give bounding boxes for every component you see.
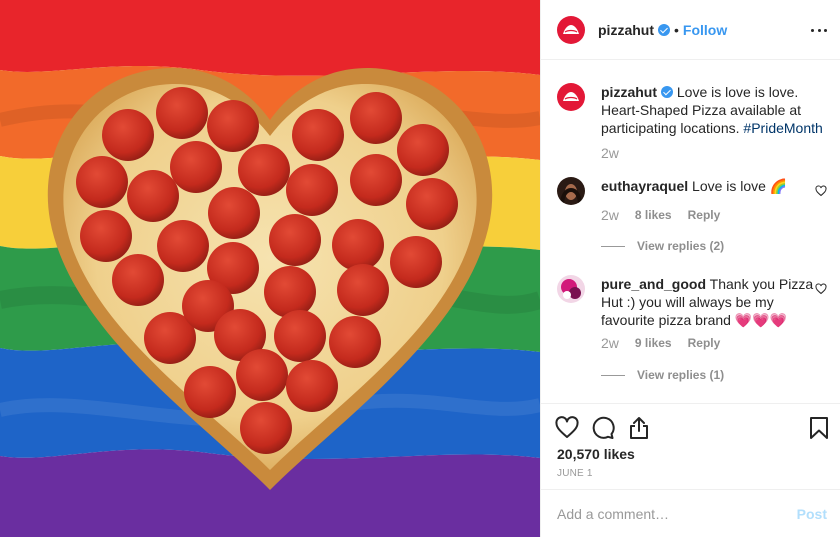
caption-username[interactable]: pizzahut bbox=[601, 84, 657, 100]
pepperoni-slice bbox=[286, 164, 338, 216]
pepperoni-slice bbox=[240, 402, 292, 454]
pepperoni-slice bbox=[238, 144, 290, 196]
comment-username[interactable]: pure_and_good bbox=[601, 276, 706, 292]
pepperoni-slice bbox=[292, 109, 344, 161]
divider-line bbox=[601, 374, 625, 376]
post-actions: 20,570 likes JUNE 1 bbox=[541, 403, 840, 489]
divider-line bbox=[601, 245, 625, 247]
view-replies-label: View replies (2) bbox=[637, 239, 725, 253]
pepperoni-slice bbox=[269, 214, 321, 266]
pepperoni-slice bbox=[157, 220, 209, 272]
pizzahut-logo-icon bbox=[563, 24, 579, 34]
like-comment-heart-icon[interactable] bbox=[815, 185, 827, 197]
comment-time[interactable]: 2w bbox=[601, 335, 619, 351]
add-comment-input[interactable] bbox=[557, 502, 777, 526]
avatar-photo bbox=[557, 275, 585, 303]
pepperoni-slice bbox=[390, 236, 442, 288]
comment-meta: 2w 8 likes Reply bbox=[601, 207, 720, 223]
post-header: pizzahut • Follow bbox=[541, 0, 840, 60]
view-replies-button[interactable]: View replies (1) bbox=[601, 368, 724, 382]
more-options-icon[interactable] bbox=[811, 22, 827, 38]
pepperoni-slice bbox=[397, 124, 449, 176]
pizzahut-logo-icon bbox=[563, 92, 579, 101]
comment-text: euthayraquel Love is love 🌈 bbox=[601, 177, 827, 195]
post-image[interactable] bbox=[0, 0, 540, 537]
pepperoni-slice bbox=[236, 349, 288, 401]
view-replies-button[interactable]: View replies (2) bbox=[601, 239, 724, 253]
pepperoni-slice bbox=[264, 266, 316, 318]
like-comment-heart-icon[interactable] bbox=[815, 283, 827, 295]
likes-count[interactable]: 20,570 likes bbox=[557, 446, 635, 462]
verified-badge-icon bbox=[658, 23, 670, 36]
pepperoni-slice bbox=[80, 210, 132, 262]
pepperoni-slice bbox=[102, 109, 154, 161]
pizza-photo bbox=[0, 0, 540, 537]
bookmark-icon[interactable] bbox=[807, 416, 831, 440]
pepperoni-slice bbox=[112, 254, 164, 306]
caption-time[interactable]: 2w bbox=[601, 145, 619, 161]
share-icon[interactable] bbox=[627, 416, 651, 440]
pepperoni-slice bbox=[127, 170, 179, 222]
reply-button[interactable]: Reply bbox=[688, 336, 721, 350]
post-comment-button[interactable]: Post bbox=[797, 506, 827, 522]
comment-time[interactable]: 2w bbox=[601, 207, 619, 223]
post-sidebar: pizzahut • Follow pizzahut Love is love … bbox=[540, 0, 840, 537]
comment-username[interactable]: euthayraquel bbox=[601, 178, 688, 194]
comment-likes[interactable]: 9 likes bbox=[635, 336, 672, 350]
comments-list[interactable]: pizzahut Love is love is love. Heart-Sha… bbox=[541, 61, 840, 403]
follow-button[interactable]: Follow bbox=[683, 22, 727, 38]
pepperoni-slice bbox=[286, 360, 338, 412]
pepperoni-slice bbox=[184, 366, 236, 418]
commenter-avatar[interactable] bbox=[557, 275, 585, 303]
pepperoni-slice bbox=[207, 100, 259, 152]
pepperoni-slice bbox=[329, 316, 381, 368]
add-comment-bar: Post bbox=[541, 489, 840, 537]
pepperoni-slice bbox=[406, 178, 458, 230]
caption-meta: 2w bbox=[601, 145, 619, 161]
pepperoni-slice bbox=[337, 264, 389, 316]
comment-body: Love is love 🌈 bbox=[692, 178, 788, 194]
pepperoni-slice bbox=[208, 187, 260, 239]
comment-text: pure_and_good Thank you Pizza Hut :) you… bbox=[601, 275, 827, 329]
header-username[interactable]: pizzahut bbox=[598, 22, 654, 38]
pepperoni-slice bbox=[274, 310, 326, 362]
pepperoni-slice bbox=[350, 92, 402, 144]
verified-badge-icon bbox=[661, 86, 673, 98]
comment-meta: 2w 9 likes Reply bbox=[601, 335, 720, 351]
caption-text: pizzahut Love is love is love. Heart-Sha… bbox=[601, 83, 827, 137]
hashtag-link[interactable]: #PrideMonth bbox=[743, 120, 822, 136]
comment-icon[interactable] bbox=[591, 416, 615, 440]
pepperoni-slice bbox=[170, 141, 222, 193]
separator-dot: • bbox=[674, 21, 679, 38]
pepperoni-slice bbox=[156, 87, 208, 139]
post-date[interactable]: JUNE 1 bbox=[557, 468, 593, 479]
avatar-photo bbox=[557, 177, 585, 205]
commenter-avatar[interactable] bbox=[557, 177, 585, 205]
pepperoni-slice bbox=[332, 219, 384, 271]
pepperoni-slice bbox=[350, 154, 402, 206]
view-replies-label: View replies (1) bbox=[637, 368, 725, 382]
reply-button[interactable]: Reply bbox=[688, 208, 721, 222]
caption-avatar[interactable] bbox=[557, 83, 585, 111]
comment-likes[interactable]: 8 likes bbox=[635, 208, 672, 222]
heart-icon[interactable] bbox=[555, 416, 579, 440]
pepperoni-slice bbox=[76, 156, 128, 208]
pizzahut-avatar[interactable] bbox=[557, 15, 585, 44]
